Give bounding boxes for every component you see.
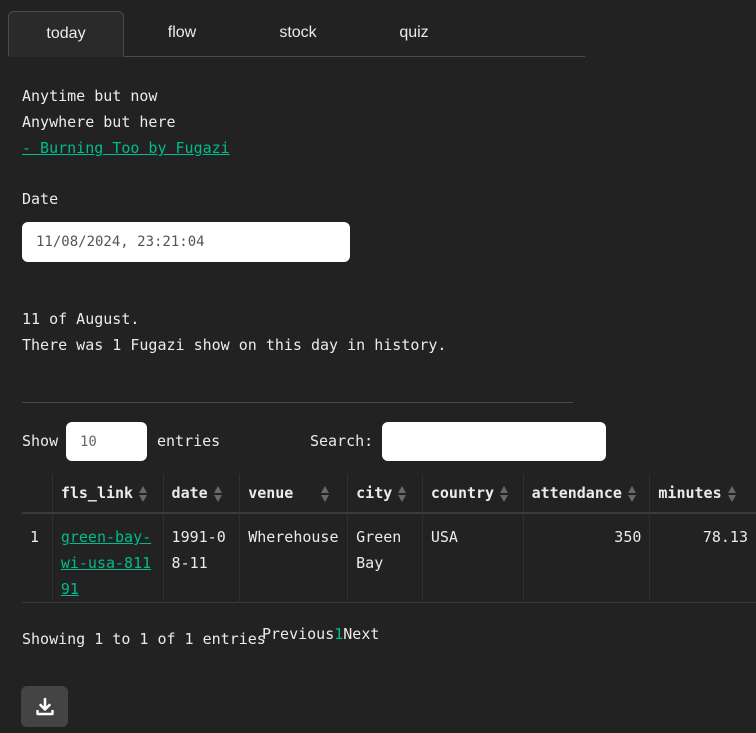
tab-today[interactable]: today [8, 11, 124, 57]
summary-shows: There was 1 Fugazi show on this day in h… [22, 336, 447, 354]
cell-city: Green Bay [347, 513, 422, 603]
header-label: city [356, 484, 393, 502]
header-label: country [430, 484, 495, 502]
header-country[interactable]: country [421, 474, 523, 513]
header-label: venue [248, 484, 294, 502]
header-city[interactable]: city [347, 474, 422, 513]
table-header-row: fls_link date venue city country attenda… [22, 474, 756, 513]
cell-index: 1 [22, 513, 52, 603]
header-label: fls_link [60, 484, 134, 502]
cell-venue: Wherehouse [239, 513, 348, 603]
next-button[interactable]: Next [343, 625, 379, 643]
quote-line-1: Anytime but now [22, 87, 158, 105]
cell-date: 1991-08-11 [162, 513, 240, 603]
sort-icon [139, 485, 148, 502]
table-controls: Show 10 entries Search: [22, 422, 622, 462]
divider [22, 402, 573, 403]
header-label: minutes [658, 484, 722, 502]
shows-table: fls_link date venue city country attenda… [22, 474, 756, 603]
quote-line-2: Anywhere but here [22, 113, 176, 131]
header-venue[interactable]: venue [239, 474, 348, 513]
sort-icon [321, 485, 330, 502]
header-date[interactable]: date [162, 474, 240, 513]
search-input[interactable] [382, 422, 606, 461]
previous-button[interactable]: Previous [262, 625, 334, 643]
header-label: attendance [531, 484, 622, 502]
table-row: 1 green-bay-wi-usa-81191 1991-08-11 Wher… [22, 513, 756, 603]
tab-flow[interactable]: flow [124, 11, 240, 55]
download-button[interactable] [21, 686, 68, 727]
cell-country: USA [421, 513, 523, 603]
search-label: Search: [310, 432, 374, 450]
sort-icon [727, 485, 736, 502]
page-1-button[interactable]: 1 [334, 625, 343, 643]
cell-minutes: 78.13 [649, 513, 756, 603]
pagination: Previous1Next [262, 625, 379, 643]
sort-icon [213, 485, 222, 502]
entries-label: entries [157, 432, 221, 450]
summary-date: 11 of August. [22, 310, 140, 328]
header-label: date [171, 484, 208, 502]
date-label: Date [22, 190, 59, 208]
tab-stock[interactable]: stock [240, 11, 356, 55]
cell-attendance: 350 [522, 513, 650, 603]
show-label: Show [22, 432, 59, 450]
sort-icon [398, 485, 407, 502]
table-info: Showing 1 to 1 of 1 entries [22, 630, 266, 648]
header-index [22, 474, 52, 513]
date-input[interactable]: 11/08/2024, 23:21:04 [22, 222, 350, 262]
tab-bar: today flow stock quiz [8, 11, 585, 57]
quote-source-link[interactable]: - Burning Too by Fugazi [22, 139, 230, 157]
sort-icon [500, 485, 509, 502]
header-attendance[interactable]: attendance [522, 474, 650, 513]
header-minutes[interactable]: minutes [649, 474, 756, 513]
header-fls-link[interactable]: fls_link [51, 474, 163, 513]
tab-quiz[interactable]: quiz [356, 11, 472, 55]
cell-fls-link[interactable]: green-bay-wi-usa-81191 [61, 528, 151, 598]
page-length-input[interactable]: 10 [66, 422, 147, 461]
sort-icon [627, 485, 636, 502]
download-icon [35, 697, 54, 715]
